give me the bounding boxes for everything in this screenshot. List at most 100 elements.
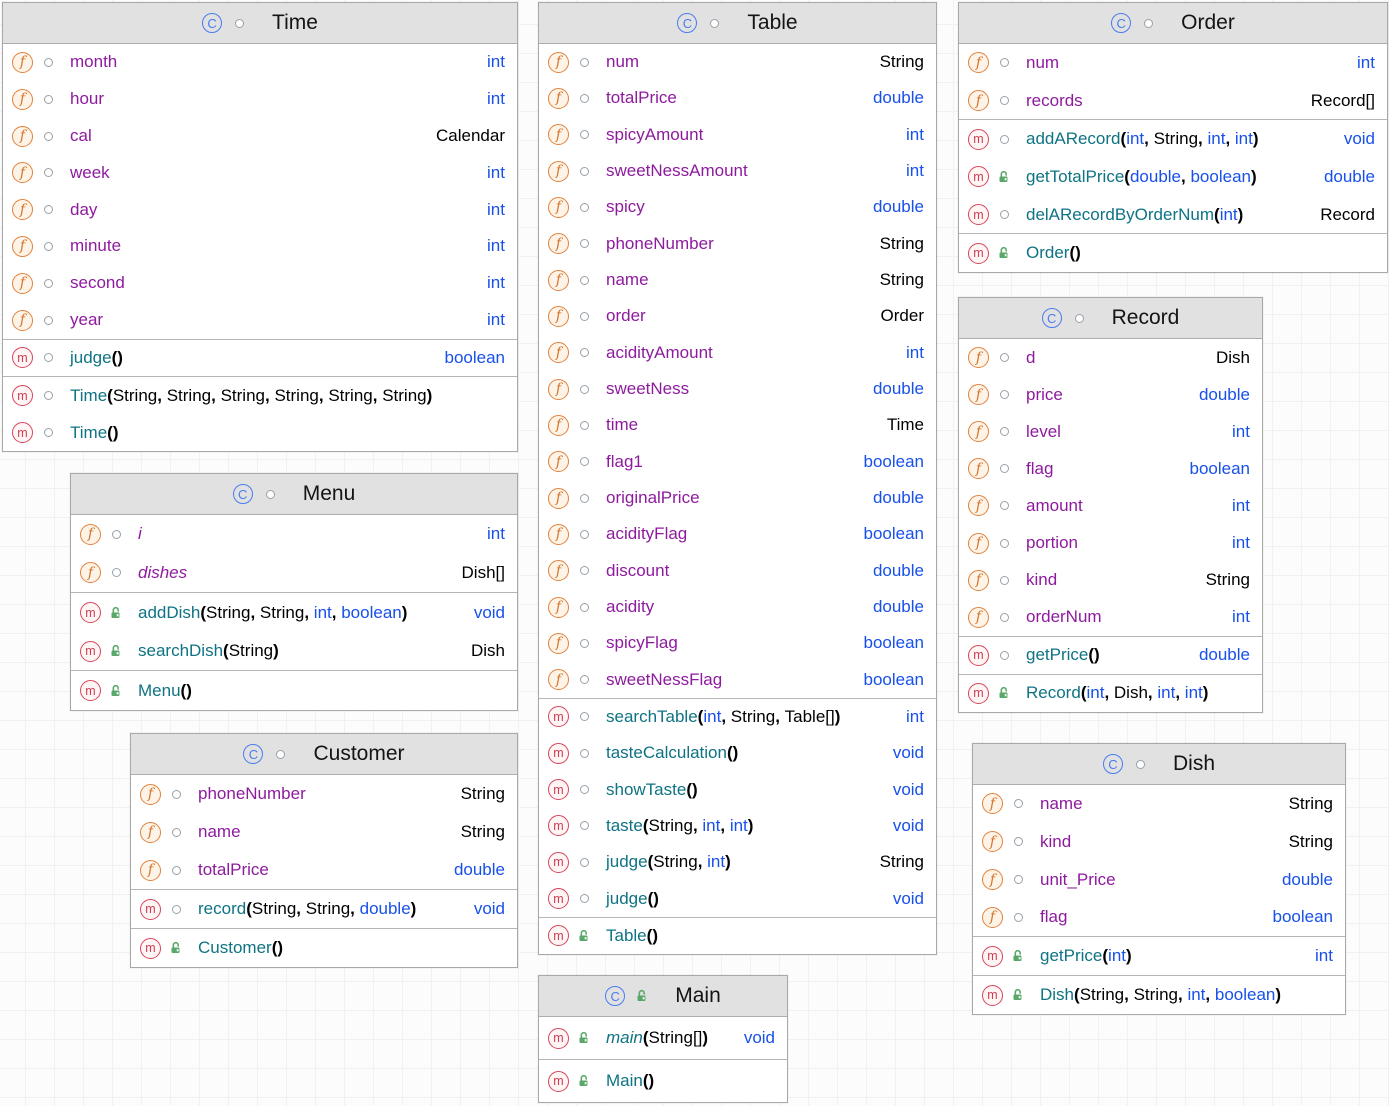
method-row[interactable]: m main(String[]) void (539, 1017, 787, 1059)
constructor-row[interactable]: m Table() (539, 918, 936, 954)
member-type: String (879, 233, 924, 253)
class-header-dish[interactable]: C Dish (973, 744, 1345, 785)
constructor-row[interactable]: m Time() (3, 414, 517, 451)
class-header-time[interactable]: C Time (3, 3, 517, 44)
field-row[interactable]: f name String (973, 785, 1345, 823)
field-row[interactable]: f hour int (3, 81, 517, 118)
field-row[interactable]: f orderNum int (959, 599, 1262, 636)
class-header-main[interactable]: C Main (539, 976, 787, 1017)
field-row[interactable]: f second int (3, 265, 517, 302)
param-comma: , (350, 899, 360, 918)
field-row[interactable]: f day int (3, 191, 517, 228)
field-row[interactable]: f acidity double (539, 589, 936, 625)
method-row[interactable]: m searchDish(String) Dish (71, 632, 517, 671)
class-box-table[interactable]: C Table f num String f totalPrice double f spicyA… (538, 2, 937, 955)
field-row[interactable]: f flag boolean (959, 450, 1262, 487)
field-row[interactable]: f flag1 boolean (539, 444, 936, 480)
field-row[interactable]: f totalPrice double (539, 80, 936, 116)
field-row[interactable]: f dishes Dish[] (71, 554, 517, 593)
class-header-record[interactable]: C Record (959, 298, 1262, 339)
field-row[interactable]: f acidityFlag boolean (539, 516, 936, 552)
method-row[interactable]: m judge() boolean (3, 340, 517, 377)
class-header-table[interactable]: C Table (539, 3, 936, 44)
method-row[interactable]: m searchTable(int, String, Table[]) int (539, 699, 936, 735)
constructor-row[interactable]: m Main() (539, 1060, 787, 1102)
method-row[interactable]: m showTaste() void (539, 771, 936, 807)
member-type: String (1288, 831, 1333, 851)
class-box-dish[interactable]: C Dish f name String f kind String f unit_Price do… (972, 743, 1346, 1015)
class-box-record[interactable]: C Record f d Dish f price double f level int f flag b… (958, 297, 1263, 713)
field-icon: f (982, 831, 1003, 853)
constructor-row[interactable]: m Menu() (71, 671, 517, 710)
method-row[interactable]: m judge(String, int) String (539, 844, 936, 880)
field-row[interactable]: f unit_Price double (973, 861, 1345, 899)
field-row[interactable]: f d Dish (959, 339, 1262, 376)
field-row[interactable]: f portion int (959, 524, 1262, 561)
constructor-row[interactable]: m Time(String, String, String, String, St… (3, 377, 517, 414)
member-name: searchTable (606, 706, 698, 726)
class-box-main[interactable]: C Main m main(String[]) void m Main() (538, 975, 788, 1103)
field-row[interactable]: f spicyFlag boolean (539, 625, 936, 661)
field-row[interactable]: f num int (959, 44, 1387, 82)
class-header-order[interactable]: C Order (959, 3, 1387, 44)
field-row[interactable]: f month int (3, 44, 517, 81)
field-row[interactable]: f spicy double (539, 189, 936, 225)
field-row[interactable]: f phoneNumber String (131, 775, 517, 813)
field-row[interactable]: f sweetNessAmount int (539, 153, 936, 189)
constructor-row[interactable]: m Dish(String, String, int, boolean) (973, 976, 1345, 1014)
method-row[interactable]: m addARecord(int, String, int, int) void (959, 120, 1387, 158)
field-icon: f (548, 487, 569, 509)
package-visibility-circle (44, 94, 53, 104)
field-row[interactable]: f flag boolean (973, 898, 1345, 936)
field-row[interactable]: f num String (539, 44, 936, 80)
method-row[interactable]: m record(String, String, double) void (131, 890, 517, 928)
field-row[interactable]: f minute int (3, 228, 517, 265)
field-row[interactable]: f phoneNumber String (539, 226, 936, 262)
field-row[interactable]: f name String (131, 813, 517, 851)
class-box-order[interactable]: C Order f num int f records Record[] m addARecord… (958, 2, 1388, 273)
field-row[interactable]: f amount int (959, 487, 1262, 524)
field-row[interactable]: f spicyAmount int (539, 117, 936, 153)
field-row[interactable]: f year int (3, 302, 517, 339)
diagram-canvas[interactable]: C Time f month int f hour int f cal Calendar f week i… (0, 0, 1389, 1106)
class-header-menu[interactable]: C Menu (71, 474, 517, 515)
field-row[interactable]: f price double (959, 376, 1262, 413)
field-row[interactable]: f totalPrice double (131, 851, 517, 889)
field-row[interactable]: f originalPrice double (539, 480, 936, 516)
field-row[interactable]: f discount double (539, 553, 936, 589)
method-row[interactable]: m judge() void (539, 880, 936, 916)
class-box-time[interactable]: C Time f month int f hour int f cal Calendar f week i… (2, 2, 518, 452)
constructor-row[interactable]: m Customer() (131, 929, 517, 967)
method-row[interactable]: m getPrice() double (959, 637, 1262, 674)
field-row[interactable]: f order Order (539, 298, 936, 334)
field-icon: f (548, 596, 569, 618)
method-row[interactable]: m getPrice(int) int (973, 937, 1345, 975)
field-row[interactable]: f week int (3, 154, 517, 191)
field-row[interactable]: f name String (539, 262, 936, 298)
class-box-menu[interactable]: C Menu f i int f dishes Dish[] m addDish(String, … (70, 473, 518, 711)
field-row[interactable]: f time Time (539, 407, 936, 443)
field-row[interactable]: f level int (959, 413, 1262, 450)
field-row[interactable]: f kind String (959, 562, 1262, 599)
field-row[interactable]: f sweetNess double (539, 371, 936, 407)
method-row[interactable]: m taste(String, int, int) void (539, 808, 936, 844)
constructor-row[interactable]: m Record(int, Dish, int, int) (959, 675, 1262, 712)
field-row[interactable]: f acidityAmount int (539, 335, 936, 371)
constructor-row[interactable]: m Order() (959, 234, 1387, 272)
field-icon: f (982, 869, 1003, 891)
method-row[interactable]: m getTotalPrice(double, boolean) double (959, 158, 1387, 196)
field-row[interactable]: f records Record[] (959, 82, 1387, 120)
class-header-customer[interactable]: C Customer (131, 734, 517, 775)
field-row[interactable]: f cal Calendar (3, 118, 517, 155)
field-row[interactable]: f i int (71, 515, 517, 554)
public-lock-icon (998, 686, 1011, 700)
field-row[interactable]: f sweetNessFlag boolean (539, 662, 936, 698)
method-row[interactable]: m tasteCalculation() void (539, 735, 936, 771)
class-box-customer[interactable]: C Customer f phoneNumber String f name String f t… (130, 733, 518, 968)
field-row[interactable]: f kind String (973, 823, 1345, 861)
member-type: int (1232, 495, 1250, 515)
member-type: void (892, 743, 924, 763)
method-row[interactable]: m addDish(String, String, int, boolean) vo… (71, 593, 517, 632)
method-row[interactable]: m delARecordByOrderNum(int) Record (959, 196, 1387, 234)
param-type: String (382, 385, 427, 405)
